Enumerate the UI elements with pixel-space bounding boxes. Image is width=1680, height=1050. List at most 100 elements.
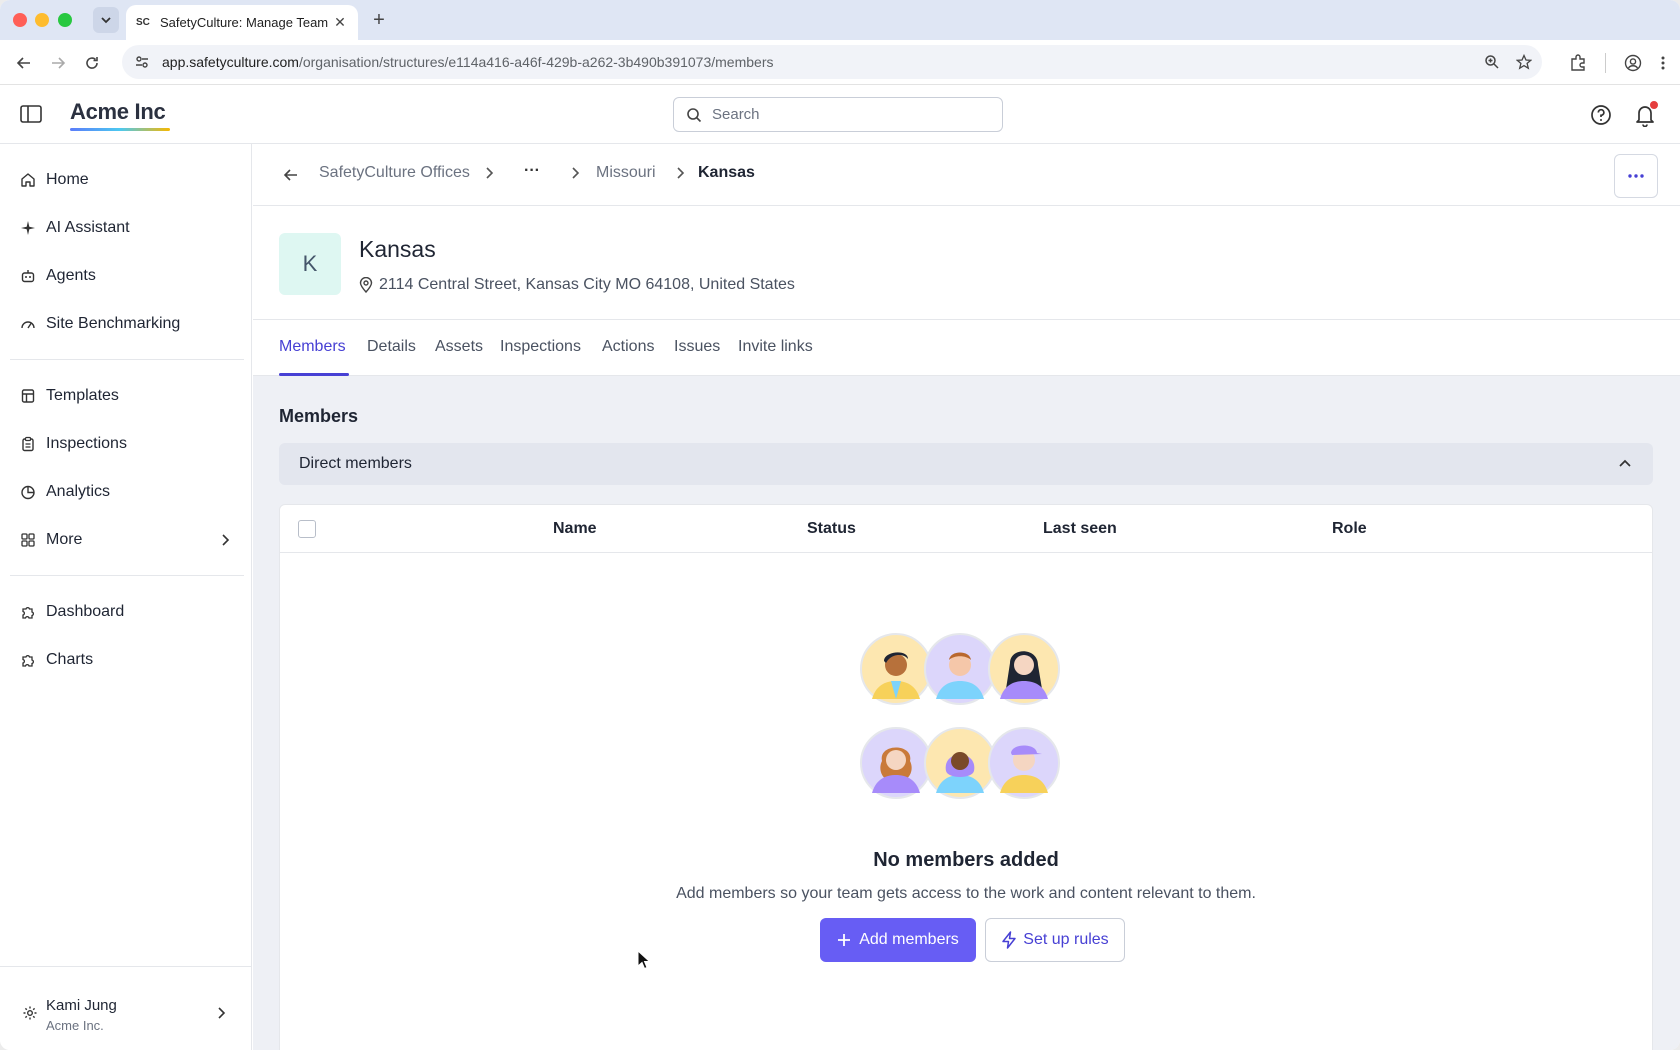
tab-close-icon[interactable]: ✕ xyxy=(332,14,348,31)
reload-button[interactable] xyxy=(80,51,104,75)
address-bar[interactable]: app.safetyculture.com/organisation/struc… xyxy=(122,45,1542,79)
maximize-window-button[interactable] xyxy=(58,13,72,27)
sidebar-item-home[interactable]: Home xyxy=(20,165,240,195)
back-arrow-icon[interactable] xyxy=(283,167,299,183)
select-all-checkbox[interactable] xyxy=(298,520,316,538)
chevron-right-icon xyxy=(677,167,685,179)
safetyculture-favicon-icon: SC xyxy=(136,17,150,28)
more-options-button[interactable] xyxy=(1614,154,1658,198)
chevron-right-icon xyxy=(218,1007,226,1019)
chevron-right-icon xyxy=(222,534,230,546)
sidebar-item-charts[interactable]: Charts xyxy=(20,645,240,675)
set-up-rules-button[interactable]: Set up rules xyxy=(985,918,1125,962)
profile-icon[interactable] xyxy=(1624,54,1642,72)
sidebar-item-label: Site Benchmarking xyxy=(46,315,181,332)
sidebar-toggle-icon[interactable] xyxy=(20,104,42,124)
direct-members-accordion[interactable]: Direct members xyxy=(279,443,1653,485)
table-header: Name Status Last seen Role xyxy=(280,505,1652,553)
user-org: Acme Inc. xyxy=(46,1018,104,1033)
sidebar-item-ai-assistant[interactable]: AI Assistant xyxy=(20,213,240,243)
tab-members[interactable]: Members xyxy=(279,338,346,356)
tab-actions[interactable]: Actions xyxy=(602,338,654,356)
sidebar-item-label: AI Assistant xyxy=(46,219,130,236)
lightning-icon xyxy=(1002,931,1017,949)
tab-search-button[interactable] xyxy=(93,7,119,33)
tab-invite-links[interactable]: Invite links xyxy=(738,338,813,356)
minimize-window-button[interactable] xyxy=(35,13,49,27)
brand-logo[interactable]: Acme Inc xyxy=(70,99,166,125)
tab-title: SafetyCulture: Manage Team xyxy=(160,15,329,30)
home-icon xyxy=(20,172,46,188)
person-avatar-illustration xyxy=(860,633,932,705)
column-header-last-seen[interactable]: Last seen xyxy=(1043,520,1117,538)
chevron-right-icon xyxy=(486,167,494,179)
person-avatar-illustration xyxy=(988,633,1060,705)
breadcrumb-parent[interactable]: Missouri xyxy=(596,164,656,182)
browser-tab[interactable]: SC SafetyCulture: Manage Team ✕ xyxy=(126,5,358,40)
sidebar-item-analytics[interactable]: Analytics xyxy=(20,477,240,507)
sidebar: Home AI Assistant Agents Site Benchmarki… xyxy=(0,144,252,1050)
extensions-icon[interactable] xyxy=(1569,53,1587,72)
sidebar-item-label: Analytics xyxy=(46,483,111,500)
brand-underline xyxy=(70,128,170,131)
sidebar-item-agents[interactable]: Agents xyxy=(20,261,240,291)
column-header-name[interactable]: Name xyxy=(553,520,597,538)
add-members-button[interactable]: Add members xyxy=(820,918,976,962)
sparkle-icon xyxy=(20,220,46,236)
puzzle-icon xyxy=(20,652,46,668)
template-icon xyxy=(20,388,46,404)
zoom-icon[interactable] xyxy=(1484,54,1500,70)
sidebar-item-templates[interactable]: Templates xyxy=(20,381,240,411)
user-name: Kami Jung xyxy=(46,997,117,1014)
robot-icon xyxy=(20,268,46,284)
sidebar-item-dashboard[interactable]: Dashboard xyxy=(20,597,240,627)
sidebar-item-label: Templates xyxy=(46,387,119,404)
new-tab-button[interactable]: + xyxy=(368,9,390,31)
breadcrumb-current: Kansas xyxy=(698,164,755,181)
empty-state-description: Add members so your team gets access to … xyxy=(676,885,1256,902)
tab-details[interactable]: Details xyxy=(367,338,416,356)
forward-button[interactable] xyxy=(46,51,70,75)
toolbar-divider xyxy=(1605,52,1606,73)
browser-window: SC SafetyCulture: Manage Team ✕ + app.sa… xyxy=(0,0,1680,1050)
column-header-status[interactable]: Status xyxy=(807,520,856,538)
sidebar-item-inspections[interactable]: Inspections xyxy=(20,429,240,459)
tab-issues[interactable]: Issues xyxy=(674,338,720,356)
empty-state-illustration xyxy=(860,633,1060,803)
sidebar-item-label: Dashboard xyxy=(46,603,125,620)
tab-assets[interactable]: Assets xyxy=(435,338,483,356)
sidebar-item-label: Home xyxy=(46,171,89,188)
person-avatar-illustration xyxy=(924,633,996,705)
close-window-button[interactable] xyxy=(13,13,27,27)
chevron-up-icon xyxy=(1619,459,1631,467)
help-icon[interactable] xyxy=(1590,104,1612,126)
column-header-role[interactable]: Role xyxy=(1332,520,1367,538)
browser-toolbar: app.safetyculture.com/organisation/struc… xyxy=(0,40,1680,85)
back-button[interactable] xyxy=(12,51,36,75)
user-menu[interactable]: Kami Jung Acme Inc. xyxy=(0,966,252,1050)
sidebar-item-site-benchmarking[interactable]: Site Benchmarking xyxy=(20,309,240,339)
sidebar-item-label: More xyxy=(46,531,83,548)
gear-icon xyxy=(23,1006,37,1020)
main-content: SafetyCulture Offices ··· Missouri Kansa… xyxy=(253,144,1680,1050)
tab-inspections[interactable]: Inspections xyxy=(500,338,581,356)
browser-menu-icon[interactable] xyxy=(1660,54,1666,72)
notification-badge xyxy=(1650,101,1658,109)
mouse-cursor-icon xyxy=(637,950,651,970)
accordion-label: Direct members xyxy=(299,455,412,472)
breadcrumb: SafetyCulture Offices ··· Missouri Kansa… xyxy=(253,144,1680,206)
arrow-left-icon xyxy=(16,57,30,69)
members-table: Name Status Last seen Role No members ad… xyxy=(279,504,1653,1050)
site-settings-icon[interactable] xyxy=(134,54,150,70)
bookmark-star-icon[interactable] xyxy=(1516,54,1532,70)
set-up-rules-label: Set up rules xyxy=(1023,931,1109,948)
app-header: Acme Inc Search xyxy=(0,85,1680,144)
url-domain: app.safetyculture.com xyxy=(162,54,299,70)
sidebar-item-more[interactable]: More xyxy=(20,525,240,555)
site-header: K Kansas 2114 Central Street, Kansas Cit… xyxy=(253,206,1680,320)
person-avatar-illustration xyxy=(924,727,996,799)
breadcrumb-ellipsis[interactable]: ··· xyxy=(524,162,540,180)
search-icon xyxy=(686,107,702,123)
search-input[interactable]: Search xyxy=(673,97,1003,132)
breadcrumb-root[interactable]: SafetyCulture Offices xyxy=(319,164,470,182)
